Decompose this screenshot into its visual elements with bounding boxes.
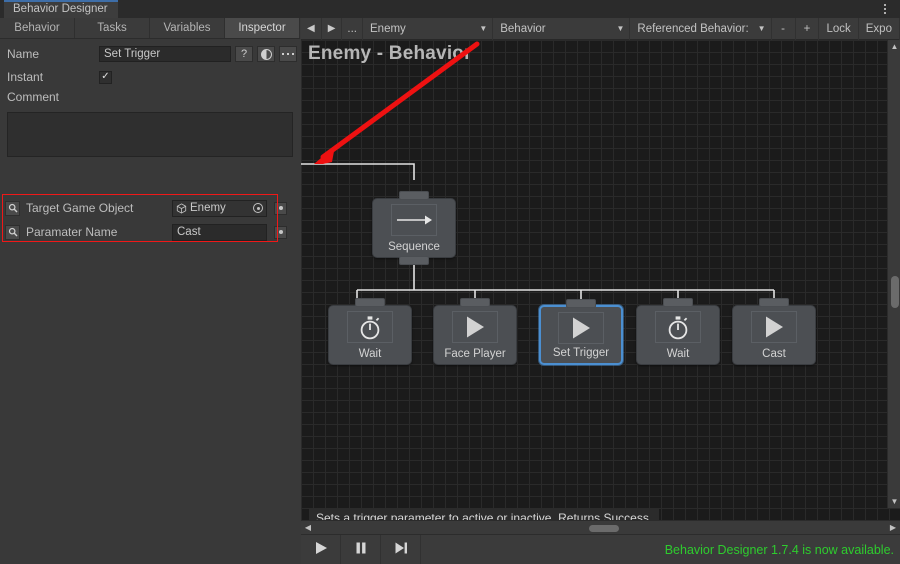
- paramater-name-label: Paramater Name: [26, 225, 118, 239]
- node-wait-1[interactable]: Wait: [328, 298, 412, 365]
- object-dropdown-value: Enemy: [370, 22, 406, 35]
- play-button[interactable]: [301, 534, 341, 564]
- node-label: Set Trigger: [552, 347, 610, 359]
- scroll-left-icon[interactable]: ◀: [301, 521, 315, 534]
- nav-back-button[interactable]: ◀: [301, 17, 322, 40]
- node-face-player[interactable]: Face Player: [433, 298, 517, 365]
- instant-row: Instant ✓: [0, 67, 300, 87]
- tree-edges: [301, 41, 775, 300]
- object-dropdown[interactable]: Enemy ▼: [363, 17, 494, 40]
- help-button[interactable]: ?: [235, 46, 253, 62]
- graph-horizontal-scrollbar[interactable]: ◀ ▶: [301, 520, 900, 534]
- export-button[interactable]: Expo: [859, 17, 900, 40]
- pause-icon: [353, 540, 369, 559]
- inspector-body: Name Set Trigger ? Instant ✓ Comment Tar…: [0, 39, 300, 564]
- chevron-down-icon: ▼: [479, 24, 488, 33]
- graph-toolbar: ◀ ▶ ... Enemy ▼ Behavior ▼ Referenced Be…: [301, 17, 900, 40]
- name-row: Name Set Trigger ?: [0, 44, 300, 64]
- comment-label: Comment: [7, 90, 60, 104]
- target-game-object-input[interactable]: Enemy: [172, 199, 267, 217]
- vertical-scroll-thumb[interactable]: [891, 276, 899, 308]
- behavior-designer-window: Behavior Designer Behavior Tasks Variabl…: [0, 0, 900, 564]
- play-icon: [558, 312, 604, 344]
- node-connector-top: [566, 299, 596, 308]
- playback-footer: Behavior Designer 1.7.4 is now available…: [301, 534, 900, 564]
- node-sequence[interactable]: Sequence: [372, 191, 456, 265]
- node-wait-2[interactable]: Wait: [636, 298, 720, 365]
- node-connector-top: [460, 298, 490, 307]
- chevron-down-icon: ▼: [616, 24, 625, 33]
- referenced-behavior-value: Referenced Behavior:: [637, 22, 749, 35]
- node-connector-top: [399, 191, 429, 200]
- play-icon: [751, 311, 797, 343]
- update-available-message: Behavior Designer 1.7.4 is now available…: [664, 542, 894, 557]
- name-label: Name: [7, 47, 40, 61]
- node-label: Face Player: [444, 348, 506, 360]
- inspector-kebab-menu-icon[interactable]: [279, 46, 297, 62]
- zoom-in-button[interactable]: +: [796, 17, 820, 40]
- node-label: Sequence: [388, 241, 440, 253]
- node-label: Cast: [762, 348, 786, 360]
- referenced-behavior-dropdown[interactable]: Referenced Behavior: ▼: [630, 17, 772, 40]
- node-connector-top: [355, 298, 385, 307]
- window-kebab-menu-icon[interactable]: [878, 2, 892, 16]
- node-connector-bottom: [399, 256, 429, 265]
- node-connector-top: [759, 298, 789, 307]
- nav-ellipsis-button[interactable]: ...: [342, 17, 363, 40]
- window-tabbar: Behavior Designer: [0, 0, 900, 18]
- graph-panel: ◀ ▶ ... Enemy ▼ Behavior ▼ Referenced Be…: [301, 17, 900, 564]
- play-icon: [452, 311, 498, 343]
- stopwatch-icon: [347, 311, 393, 343]
- step-forward-icon: [393, 540, 409, 559]
- inspector-panel: Behavior Tasks Variables Inspector Name …: [0, 18, 300, 564]
- window-tab-behavior-designer[interactable]: Behavior Designer: [4, 0, 118, 18]
- tab-variables[interactable]: Variables: [150, 18, 225, 38]
- tab-behavior[interactable]: Behavior: [0, 18, 75, 38]
- paramater-name-input[interactable]: Cast: [172, 223, 267, 241]
- magnifier-icon[interactable]: [5, 200, 20, 216]
- field-target-game-object: Target Game Object Enemy: [0, 196, 300, 220]
- horizontal-scroll-thumb[interactable]: [589, 525, 619, 532]
- tab-inspector[interactable]: Inspector: [225, 18, 300, 38]
- node-set-trigger[interactable]: Set Trigger: [539, 299, 623, 365]
- magnifier-icon[interactable]: [5, 224, 20, 240]
- annotation-arrow: [314, 41, 480, 164]
- task-parameter-fields: Target Game Object Enemy Paramater Name …: [0, 196, 300, 244]
- instant-checkbox[interactable]: ✓: [99, 70, 112, 84]
- nav-forward-button[interactable]: ▶: [322, 17, 343, 40]
- target-game-object-value: Enemy: [190, 202, 226, 214]
- field-paramater-name: Paramater Name Cast: [0, 220, 300, 244]
- paramater-name-variable-button[interactable]: [274, 225, 287, 239]
- pause-button[interactable]: [341, 534, 381, 564]
- arrow-right-icon: [391, 204, 437, 236]
- behavior-dropdown-value: Behavior: [500, 22, 546, 35]
- stopwatch-icon: [655, 311, 701, 343]
- comment-textarea[interactable]: [7, 112, 293, 157]
- step-forward-button[interactable]: [381, 534, 421, 564]
- task-name-input[interactable]: Set Trigger: [99, 46, 231, 62]
- scroll-right-icon[interactable]: ▶: [886, 521, 900, 534]
- node-label: Wait: [358, 348, 382, 360]
- tab-tasks[interactable]: Tasks: [75, 18, 150, 38]
- node-connector-top: [663, 298, 693, 307]
- target-game-object-variable-button[interactable]: [274, 201, 287, 215]
- half-circle-icon: [260, 48, 272, 60]
- play-icon: [313, 540, 329, 559]
- node-cast[interactable]: Cast: [732, 298, 816, 365]
- node-label: Wait: [666, 348, 690, 360]
- cube-icon: [176, 202, 187, 214]
- chevron-down-icon: ▼: [757, 24, 766, 33]
- scroll-down-icon[interactable]: ▼: [888, 495, 900, 508]
- lock-button[interactable]: Lock: [819, 17, 859, 40]
- object-picker-icon[interactable]: [253, 203, 263, 213]
- zoom-out-button[interactable]: -: [772, 17, 796, 40]
- behavior-dropdown[interactable]: Behavior ▼: [493, 17, 631, 40]
- scroll-up-icon[interactable]: ▲: [888, 40, 900, 53]
- behavior-tree-canvas[interactable]: Enemy - Behavior Sequence Wait Face Play…: [301, 40, 900, 564]
- instant-label: Instant: [7, 70, 44, 84]
- preset-button[interactable]: [257, 46, 275, 62]
- target-game-object-label: Target Game Object: [26, 201, 134, 215]
- inspector-tabs: Behavior Tasks Variables Inspector: [0, 18, 300, 39]
- graph-vertical-scrollbar[interactable]: ▲ ▼: [887, 40, 900, 508]
